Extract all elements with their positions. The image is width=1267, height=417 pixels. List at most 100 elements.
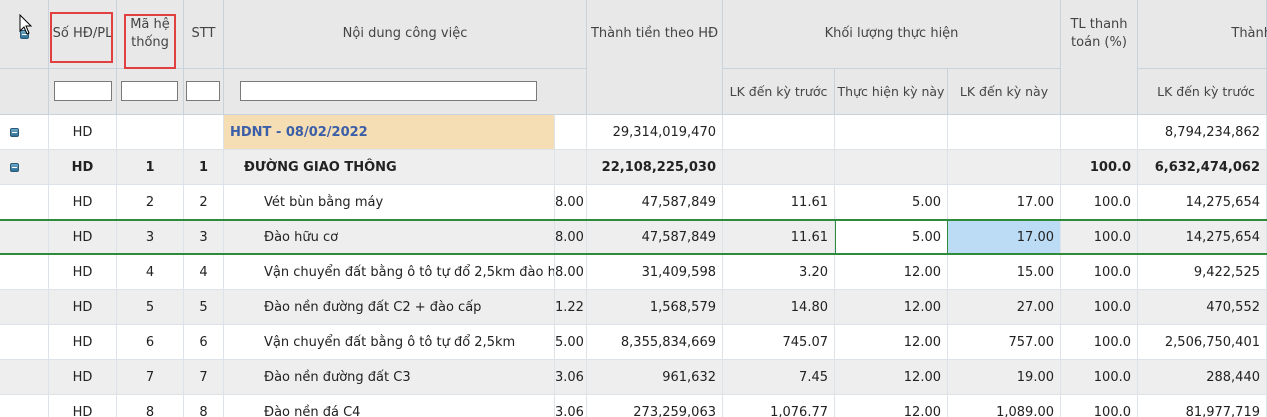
cell-lk-truoc-2[interactable]: 8,794,234,862 [1138, 115, 1267, 150]
cell-clip[interactable]: 8.00 [555, 185, 587, 220]
cell-lk-nay[interactable]: 17.00 [948, 220, 1061, 255]
cell-lk-truoc[interactable] [723, 150, 835, 185]
col-header-ma-he-thong[interactable]: Mã hệ thống [117, 0, 184, 69]
cell-thanh-tien[interactable]: 31,409,598 [587, 255, 723, 290]
cell-lk-nay[interactable]: 19.00 [948, 360, 1061, 395]
table-row[interactable]: HD 3 3 Đào hữu cơ 8.00 47,587,849 11.61 5.00 17.… [0, 219, 1267, 255]
cell-noi-dung[interactable]: Vét bùn bằng máy [224, 185, 555, 220]
cell-so-hd[interactable]: HD [49, 115, 117, 150]
cell-ma[interactable]: 3 [117, 220, 184, 255]
cell-lk-truoc[interactable]: 745.07 [723, 325, 835, 360]
cell-ma[interactable]: 7 [117, 360, 184, 395]
cell-lk-truoc-2[interactable]: 81,977,719 [1138, 395, 1267, 417]
cell-clip[interactable]: 5.00 [555, 325, 587, 360]
cell-noi-dung[interactable]: ĐƯỜNG GIAO THÔNG [224, 150, 555, 185]
row-toggle-cell[interactable] [0, 325, 49, 360]
cell-thuc-hien[interactable]: 12.00 [835, 395, 948, 417]
cell-ma[interactable]: 5 [117, 290, 184, 325]
cell-lk-truoc-2[interactable]: 288,440 [1138, 360, 1267, 395]
table-row[interactable]: HD 6 6 Vận chuyển đất bằng ô tô tự đổ 2,5km… [0, 325, 1267, 360]
cell-thuc-hien[interactable] [835, 150, 948, 185]
row-toggle-cell[interactable] [0, 360, 49, 395]
cell-so-hd[interactable]: HD [49, 395, 117, 417]
col-header-noi-dung[interactable]: Nội dung công việc [224, 0, 587, 69]
cell-stt[interactable]: 7 [184, 360, 224, 395]
cell-clip[interactable] [555, 115, 587, 150]
cell-stt[interactable]: 8 [184, 395, 224, 417]
cell-thuc-hien[interactable]: 12.00 [835, 360, 948, 395]
cell-so-hd[interactable]: HD [49, 185, 117, 220]
row-toggle-cell[interactable] [0, 255, 49, 290]
cell-clip[interactable]: 1.22 [555, 290, 587, 325]
row-toggle-cell[interactable] [0, 185, 49, 220]
cell-tl[interactable]: 100.0 [1061, 395, 1138, 417]
cell-clip[interactable]: 8.00 [555, 255, 587, 290]
col-header-lk-nay[interactable]: LK đến kỳ này [948, 69, 1061, 115]
cell-tl[interactable]: 100.0 [1061, 360, 1138, 395]
col-header-lk-truoc[interactable]: LK đến kỳ trước [723, 69, 835, 115]
cell-lk-truoc[interactable]: 3.20 [723, 255, 835, 290]
cell-so-hd[interactable]: HD [49, 150, 117, 185]
col-header-tl-thanh-toan[interactable]: TL thanh toán (%) [1061, 0, 1138, 115]
cell-thuc-hien[interactable]: 5.00 [835, 185, 948, 220]
cell-noi-dung[interactable]: Đào nền đường đất C2 + đào cấp [224, 290, 555, 325]
cell-ma[interactable]: 1 [117, 150, 184, 185]
filter-ma-input[interactable] [121, 81, 178, 101]
cell-stt[interactable]: 4 [184, 255, 224, 290]
row-toggle-cell[interactable] [0, 395, 49, 417]
cell-tl[interactable]: 100.0 [1061, 255, 1138, 290]
cell-ma[interactable]: 8 [117, 395, 184, 417]
cell-stt[interactable]: 5 [184, 290, 224, 325]
cell-thanh-tien[interactable]: 22,108,225,030 [587, 150, 723, 185]
cell-stt[interactable] [184, 115, 224, 150]
cell-thanh-tien[interactable]: 961,632 [587, 360, 723, 395]
col-header-lk-truoc-2[interactable]: LK đến kỳ trước [1138, 69, 1267, 115]
table-row[interactable]: HD 2 2 Vét bùn bằng máy 8.00 47,587,849 11.61 5… [0, 185, 1267, 220]
cell-lk-truoc-2[interactable]: 9,422,525 [1138, 255, 1267, 290]
cell-thanh-tien[interactable]: 47,587,849 [587, 185, 723, 220]
cell-so-hd[interactable]: HD [49, 220, 117, 255]
cell-lk-truoc[interactable]: 7.45 [723, 360, 835, 395]
col-header-stt[interactable]: STT [184, 0, 224, 69]
cell-lk-truoc[interactable]: 14.80 [723, 290, 835, 325]
cell-thuc-hien[interactable] [835, 115, 948, 150]
cell-noi-dung[interactable]: Đào hữu cơ [224, 220, 555, 255]
table-row[interactable]: HD 1 1 ĐƯỜNG GIAO THÔNG 22,108,225,030 100.0 6… [0, 150, 1267, 185]
cell-stt[interactable]: 2 [184, 185, 224, 220]
cell-lk-truoc[interactable]: 11.61 [723, 220, 835, 255]
cell-ma[interactable] [117, 115, 184, 150]
cell-lk-truoc-2[interactable]: 2,506,750,401 [1138, 325, 1267, 360]
cell-lk-nay[interactable] [948, 150, 1061, 185]
cell-thanh-tien[interactable]: 1,568,579 [587, 290, 723, 325]
table-row[interactable]: HD 4 4 Vận chuyển đất bằng ô tô tự đổ 2,5km… [0, 255, 1267, 290]
cell-so-hd[interactable]: HD [49, 325, 117, 360]
row-toggle-cell[interactable] [0, 150, 49, 185]
cell-so-hd[interactable]: HD [49, 290, 117, 325]
cell-ma[interactable]: 2 [117, 185, 184, 220]
cell-thanh-tien[interactable]: 29,314,019,470 [587, 115, 723, 150]
cell-ma[interactable]: 4 [117, 255, 184, 290]
filter-so-hd-input[interactable] [54, 81, 112, 101]
cell-thuc-hien[interactable]: 12.00 [835, 290, 948, 325]
cell-thuc-hien[interactable]: 12.00 [835, 255, 948, 290]
cell-noi-dung[interactable]: Đào nền đường đất C3 [224, 360, 555, 395]
filter-noi-dung-input[interactable] [240, 81, 537, 101]
cell-stt[interactable]: 1 [184, 150, 224, 185]
cell-lk-truoc[interactable]: 11.61 [723, 185, 835, 220]
cell-thanh-tien[interactable]: 8,355,834,669 [587, 325, 723, 360]
cell-ma[interactable]: 6 [117, 325, 184, 360]
cell-lk-truoc-2[interactable]: 14,275,654 [1138, 220, 1267, 255]
cell-clip[interactable]: 3.06 [555, 395, 587, 417]
cell-thanh-tien[interactable]: 273,259,063 [587, 395, 723, 417]
row-toggle-cell[interactable] [0, 115, 49, 150]
cell-clip[interactable] [555, 150, 587, 185]
cell-noi-dung[interactable]: Đào nền đá C4 [224, 395, 555, 417]
cell-noi-dung[interactable]: Vận chuyển đất bằng ô tô tự đổ 2,5km [224, 325, 555, 360]
cell-noi-dung[interactable]: HDNT - 08/02/2022 [224, 115, 555, 150]
col-header-thuc-hien[interactable]: Thực hiện kỳ này [835, 69, 948, 115]
cell-tl[interactable] [1061, 115, 1138, 150]
cell-so-hd[interactable]: HD [49, 255, 117, 290]
cell-tl[interactable]: 100.0 [1061, 150, 1138, 185]
table-row[interactable]: HD 7 7 Đào nền đường đất C3 3.06 961,632 7.45 1… [0, 360, 1267, 395]
cell-thuc-hien[interactable]: 5.00 [835, 220, 948, 255]
